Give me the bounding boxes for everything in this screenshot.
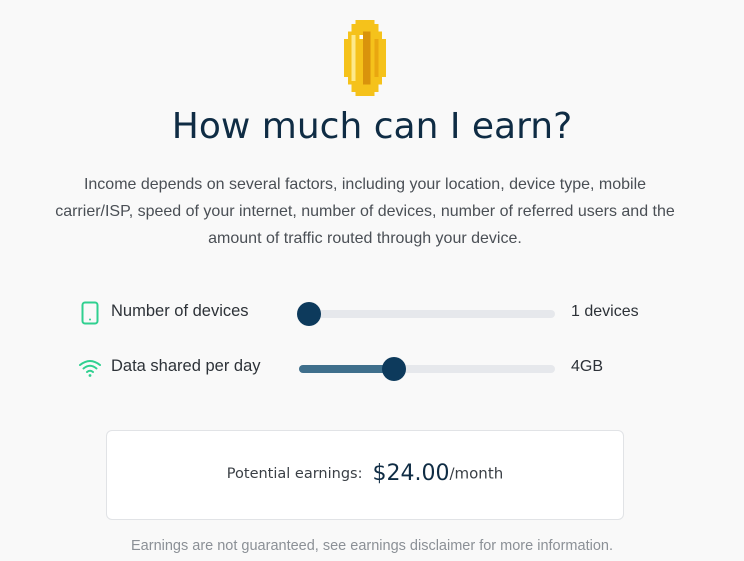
data-label: Data shared per day bbox=[111, 357, 261, 375]
intro-text: Income depends on several factors, inclu… bbox=[55, 176, 675, 247]
data-value: 4GB bbox=[571, 358, 604, 375]
data-slider-row: Data shared per day 4GB bbox=[78, 353, 678, 383]
data-slider-thumb[interactable] bbox=[381, 357, 406, 381]
earnings-card: Potential earnings: $24.00/month bbox=[106, 430, 624, 520]
page-title: How much can I earn? bbox=[171, 106, 573, 147]
earnings-amount: $24.00 bbox=[372, 461, 450, 486]
earnings-label: Potential earnings: bbox=[226, 465, 363, 482]
devices-slider[interactable] bbox=[297, 302, 555, 326]
wifi-icon bbox=[79, 360, 101, 377]
devices-value: 1 devices bbox=[571, 303, 639, 320]
earnings-disclaimer: Earnings are not guaranteed, see earning… bbox=[131, 538, 613, 554]
gold-coin-icon bbox=[344, 20, 386, 96]
devices-slider-row: Number of devices 1 devices bbox=[78, 298, 678, 328]
earnings-unit: /month bbox=[449, 464, 504, 483]
data-slider-fill bbox=[299, 365, 394, 373]
earnings-line: Potential earnings: $24.00/month bbox=[107, 461, 623, 486]
earnings-calculator: How much can I earn? Income depends on s… bbox=[0, 0, 744, 561]
data-slider[interactable] bbox=[299, 357, 555, 381]
devices-label: Number of devices bbox=[111, 302, 249, 320]
devices-slider-thumb[interactable] bbox=[297, 302, 322, 326]
phone-icon bbox=[81, 301, 99, 325]
